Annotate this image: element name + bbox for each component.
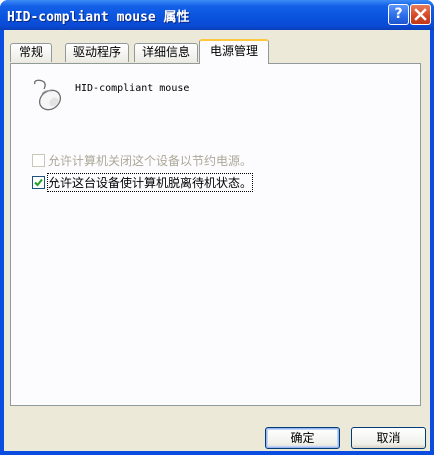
allow-wake-option: 允许这台设备使计算机脱离待机状态。 [32,173,254,192]
tab-general[interactable]: 常规 [10,43,52,62]
tab-strip: 常规 驱动程序 详细信息 电源管理 [10,39,420,64]
ok-button[interactable]: 确定 [265,427,340,449]
allow-power-off-option: 允许计算机关闭这个设备以节约电源。 [32,153,252,168]
tab-power-management[interactable]: 电源管理 [199,39,269,64]
mouse-icon [34,79,62,111]
check-mark-icon [34,178,43,187]
dialog-body: 常规 驱动程序 详细信息 电源管理 HID-compliant mouse 允许… [4,30,430,451]
help-button[interactable]: ? [388,4,409,25]
properties-window: HID-compliant mouse 属性 ? 常规 驱动程序 详细信息 电源… [0,0,434,455]
allow-wake-checkbox[interactable] [32,176,45,189]
tab-details[interactable]: 详细信息 [134,43,198,62]
tab-driver[interactable]: 驱动程序 [65,43,129,62]
allow-power-off-checkbox[interactable] [32,154,45,167]
close-icon [414,8,427,21]
allow-wake-label: 允许这台设备使计算机脱离待机状态。 [46,173,254,192]
cancel-button[interactable]: 取消 [351,427,426,449]
allow-power-off-label: 允许计算机关闭这个设备以节约电源。 [48,154,253,168]
title-bar[interactable]: HID-compliant mouse 属性 ? [0,0,434,30]
device-name: HID-compliant mouse [75,83,190,94]
close-button[interactable] [410,4,431,25]
power-management-panel: HID-compliant mouse 允许计算机关闭这个设备以节约电源。 允许… [10,63,421,406]
window-title: HID-compliant mouse 属性 [7,10,190,25]
